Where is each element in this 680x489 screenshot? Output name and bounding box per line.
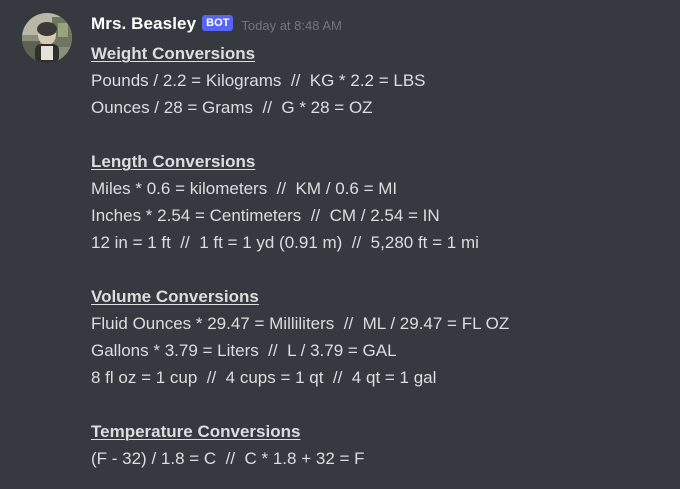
message-timestamp[interactable]: Today at 8:48 AM: [241, 18, 341, 33]
conversion-line: Miles * 0.6 = kilometers // KM / 0.6 = M…: [91, 179, 398, 198]
section-heading-temperature: Temperature Conversions: [91, 422, 301, 441]
message-content: Weight Conversions Pounds / 2.2 = Kilogr…: [91, 40, 661, 472]
chat-message: Mrs. Beasley BOT Today at 8:48 AM Weight…: [0, 0, 680, 489]
bot-badge: BOT: [202, 15, 234, 31]
conversion-line: Gallons * 3.79 = Liters // L / 3.79 = GA…: [91, 341, 397, 360]
author-username[interactable]: Mrs. Beasley: [91, 14, 196, 34]
message-header: Mrs. Beasley BOT Today at 8:48 AM: [91, 12, 342, 36]
section-heading-volume: Volume Conversions: [91, 287, 259, 306]
conversion-line: Ounces / 28 = Grams // G * 28 = OZ: [91, 98, 373, 117]
conversion-line: Pounds / 2.2 = Kilograms // KG * 2.2 = L…: [91, 71, 426, 90]
conversion-line: 12 in = 1 ft // 1 ft = 1 yd (0.91 m) // …: [91, 233, 479, 252]
avatar-photo-icon: [22, 13, 72, 63]
conversion-line: (F - 32) / 1.8 = C // C * 1.8 + 32 = F: [91, 449, 365, 468]
conversion-line: Fluid Ounces * 29.47 = Milliliters // ML…: [91, 314, 510, 333]
conversion-line: Inches * 2.54 = Centimeters // CM / 2.54…: [91, 206, 440, 225]
conversion-line: 8 fl oz = 1 cup // 4 cups = 1 qt // 4 qt…: [91, 368, 437, 387]
section-heading-weight: Weight Conversions: [91, 44, 256, 63]
section-heading-length: Length Conversions: [91, 152, 256, 171]
avatar[interactable]: [22, 13, 72, 63]
